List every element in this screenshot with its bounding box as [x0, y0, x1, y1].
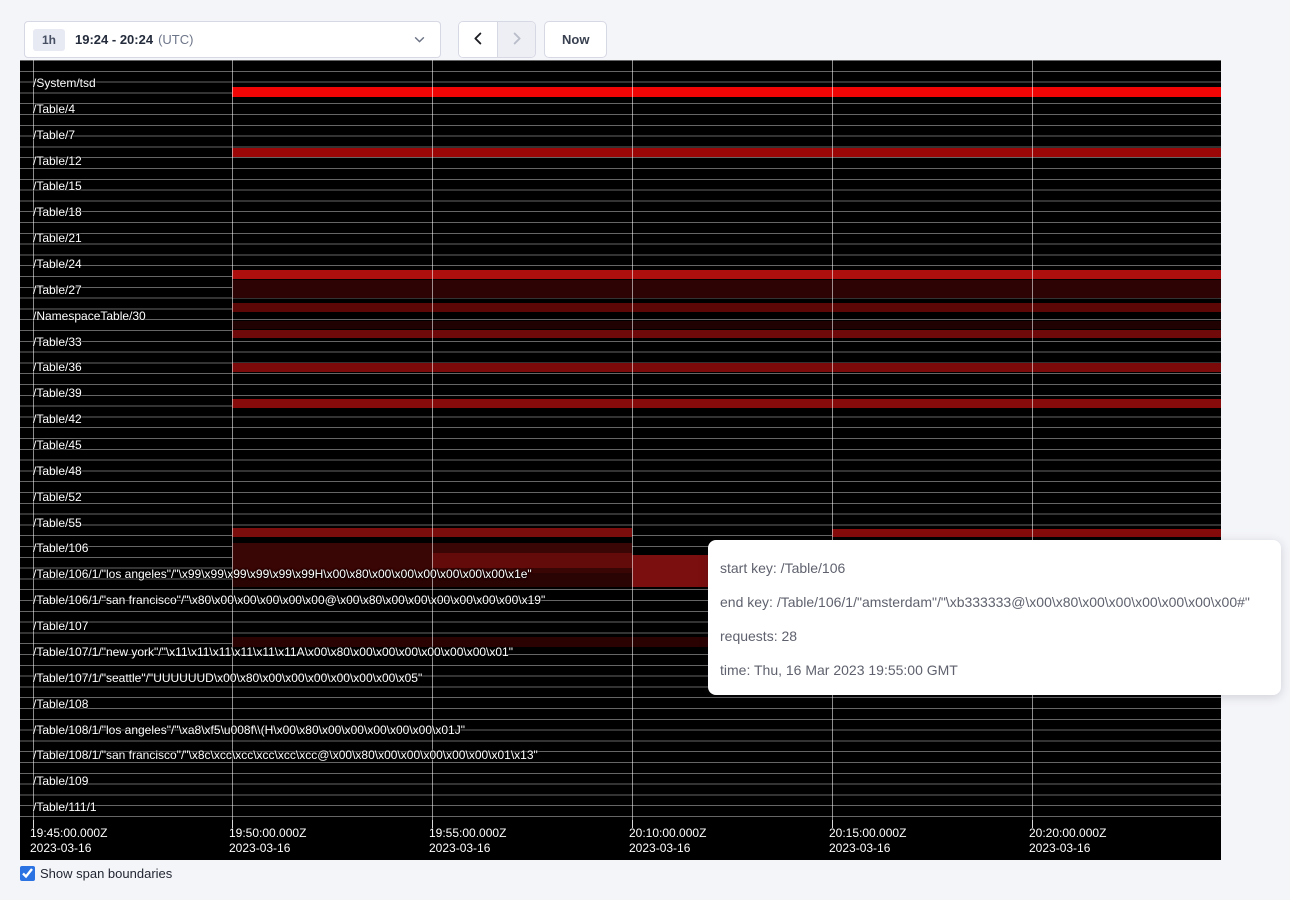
heatmap-rows-area[interactable]: /System/tsd/Table/4/Table/7/Table/12/Tab…: [20, 60, 1221, 820]
row-label: /Table/106/1/"los angeles"/"\x99\x99\x99…: [33, 567, 532, 581]
heat-band: [432, 553, 632, 568]
row-label: /System/tsd: [33, 76, 96, 90]
heat-band: [232, 321, 1221, 329]
row-label: /Table/12: [33, 154, 82, 168]
row-label: /Table/39: [33, 386, 82, 400]
now-button[interactable]: Now: [544, 21, 607, 58]
heat-band: [632, 555, 711, 587]
vertical-gridline: [1032, 60, 1033, 820]
tooltip-end-key: end key: /Table/106/1/"amsterdam"/"\xb33…: [720, 585, 1267, 619]
prev-range-button[interactable]: [459, 22, 497, 57]
axis-tick-label: 19:50:00.000Z2023-03-16: [229, 826, 306, 856]
row-label: /Table/108/1/"los angeles"/"\xa8\xf5\u00…: [33, 723, 465, 737]
tooltip-time: time: Thu, 16 Mar 2023 19:55:00 GMT: [720, 653, 1267, 687]
show-span-boundaries-checkbox[interactable]: [20, 866, 35, 881]
row-label: /Table/111/1: [33, 800, 97, 814]
axis-tick-label: 20:10:00.000Z2023-03-16: [629, 826, 706, 856]
axis-tick-label: 20:20:00.000Z2023-03-16: [1029, 826, 1106, 856]
row-label: /Table/33: [33, 335, 82, 349]
time-range-select[interactable]: 1h 19:24 - 20:24 (UTC): [24, 21, 441, 58]
heat-band: [232, 399, 1221, 408]
next-range-button[interactable]: [497, 22, 535, 57]
vertical-gridline: [232, 60, 233, 820]
row-label: /Table/106/1/"san francisco"/"\x80\x00\x…: [33, 593, 545, 607]
time-nav-group: [458, 21, 536, 58]
row-label: /Table/108/1/"san francisco"/"\x8c\xcc\x…: [33, 748, 538, 762]
time-axis: 19:45:00.000Z2023-03-16 19:50:00.000Z2023…: [20, 820, 1221, 860]
row-label: /Table/18: [33, 205, 82, 219]
heat-band: [232, 280, 1221, 298]
heat-band: [232, 270, 1221, 279]
tooltip-requests: requests: 28: [720, 619, 1267, 653]
key-visualizer-page: 1h 19:24 - 20:24 (UTC) Now /System/tsd/T…: [0, 0, 1290, 900]
row-label: /Table/107/1/"new york"/"\x11\x11\x11\x1…: [33, 645, 513, 659]
vertical-gridline: [432, 60, 433, 820]
heat-band: [232, 330, 1221, 338]
axis-tick-label: 19:55:00.000Z2023-03-16: [429, 826, 506, 856]
row-label: /Table/109: [33, 774, 88, 788]
row-label: /Table/15: [33, 179, 82, 193]
key-visualizer-canvas[interactable]: /System/tsd/Table/4/Table/7/Table/12/Tab…: [20, 60, 1221, 860]
axis-tick-label: 19:45:00.000Z2023-03-16: [30, 826, 107, 856]
axis-tick-label: 20:15:00.000Z2023-03-16: [829, 826, 906, 856]
tooltip-start-key: start key: /Table/106: [720, 551, 1267, 585]
chevron-down-icon: [413, 33, 426, 46]
chevron-left-icon: [471, 31, 486, 49]
heat-band: [832, 529, 1221, 537]
row-label: /Table/45: [33, 438, 82, 452]
time-range-timezone: (UTC): [158, 32, 193, 47]
show-span-boundaries-control[interactable]: Show span boundaries: [20, 866, 172, 881]
row-label: /Table/7: [33, 128, 75, 142]
time-range-badge: 1h: [33, 29, 65, 51]
row-label: /Table/24: [33, 257, 82, 271]
row-label: /Table/48: [33, 464, 82, 478]
show-span-boundaries-label: Show span boundaries: [40, 866, 172, 881]
row-label: /Table/107/1/"seattle"/"UUUUUUD\x00\x80\…: [33, 671, 422, 685]
row-label: /Table/27: [33, 283, 82, 297]
row-label: /Table/4: [33, 102, 75, 116]
row-label: /Table/52: [33, 490, 82, 504]
vertical-gridline: [632, 60, 633, 820]
row-label: /Table/107: [33, 619, 88, 633]
heat-band: [232, 87, 1221, 97]
heat-band: [232, 363, 1221, 372]
heat-band: [232, 148, 1221, 157]
row-label: /Table/42: [33, 412, 82, 426]
row-label: /Table/106: [33, 541, 88, 555]
row-label: /Table/36: [33, 360, 82, 374]
hover-tooltip: start key: /Table/106 end key: /Table/10…: [708, 540, 1281, 695]
heat-band: [232, 303, 1221, 312]
vertical-gridline: [832, 60, 833, 820]
chevron-right-icon: [509, 31, 524, 49]
row-label: /Table/55: [33, 516, 82, 530]
row-label: /NamespaceTable/30: [33, 309, 146, 323]
time-range-text: 19:24 - 20:24: [75, 32, 153, 47]
row-label: /Table/21: [33, 231, 82, 245]
row-label: /Table/108: [33, 697, 88, 711]
